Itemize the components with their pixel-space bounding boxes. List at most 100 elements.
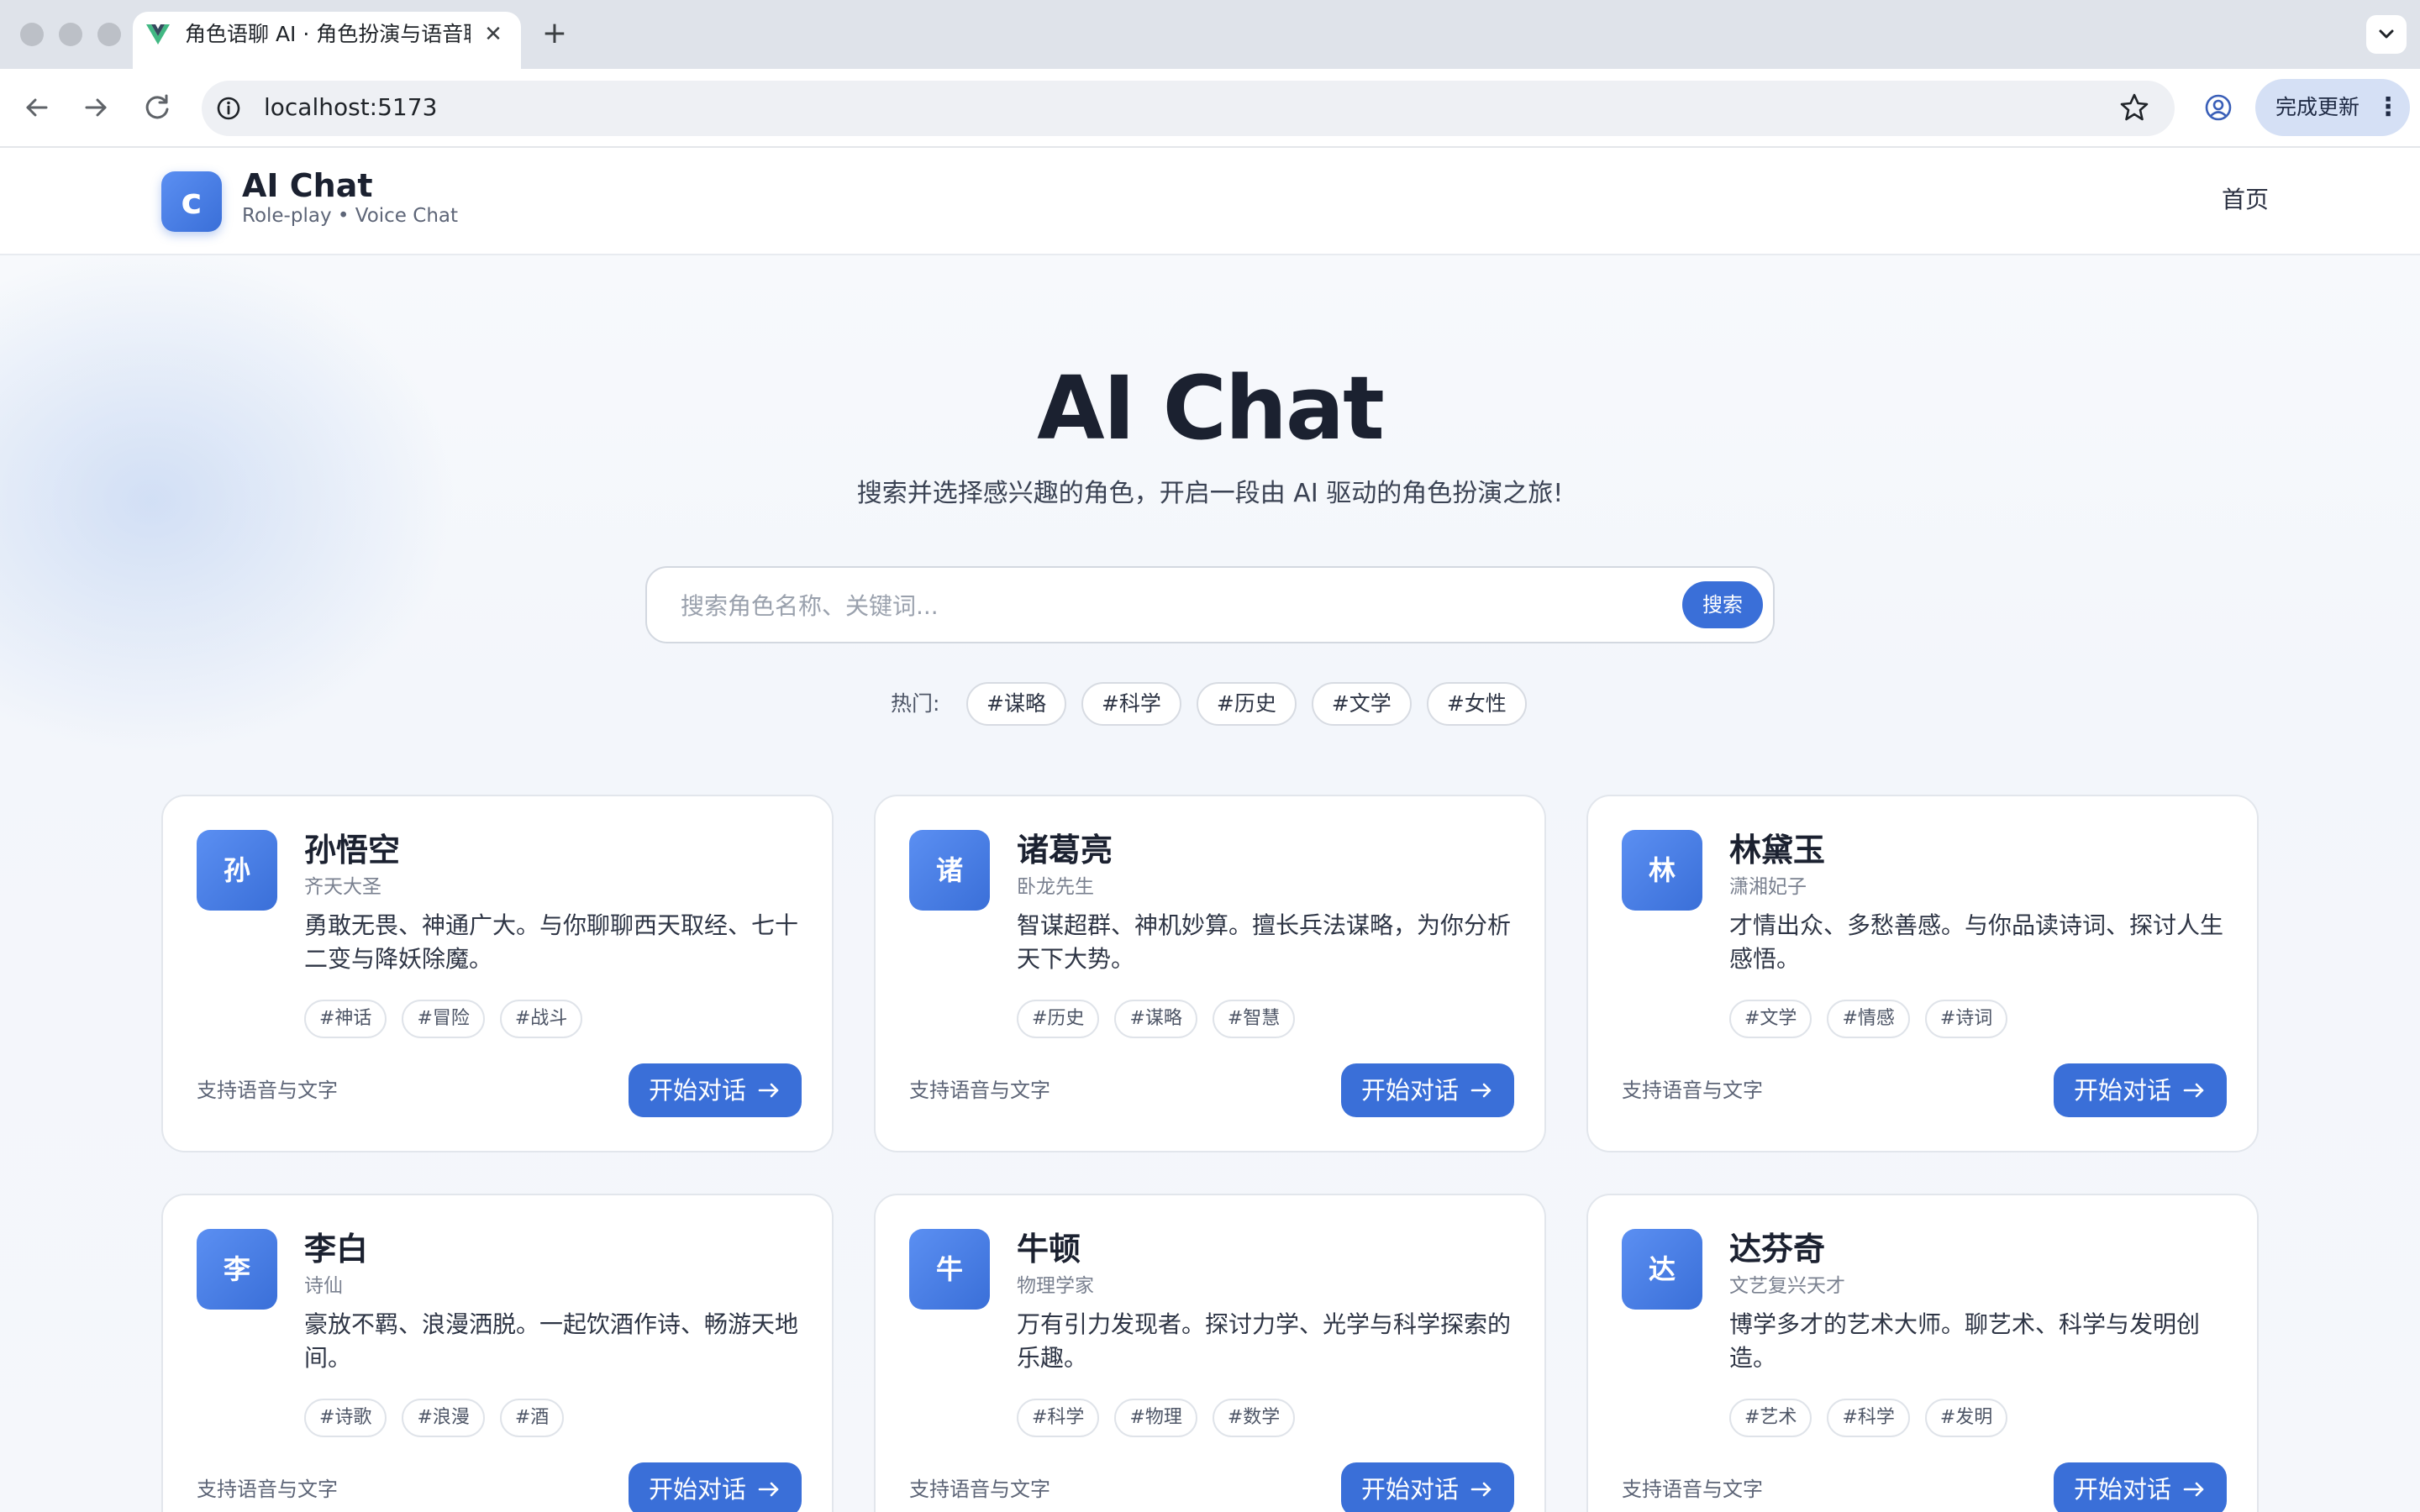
hot-tag[interactable]: #历史 bbox=[1196, 682, 1297, 726]
kebab-menu-icon[interactable]: ⋮ bbox=[2371, 91, 2405, 124]
hot-tag[interactable]: #科学 bbox=[1081, 682, 1181, 726]
character-card[interactable]: 林 林黛玉 潇湘妃子 才情出众、多愁善感。与你品读诗词、探讨人生感悟。 #文学 … bbox=[1586, 795, 2259, 1152]
start-chat-button[interactable]: 开始对话 bbox=[1341, 1063, 1514, 1117]
brand-name[interactable]: AI Chat bbox=[242, 166, 373, 205]
search-button[interactable]: 搜索 bbox=[1682, 581, 1763, 628]
arrow-right-icon bbox=[758, 1083, 779, 1098]
logo[interactable]: c bbox=[161, 171, 222, 232]
character-card[interactable]: 牛 牛顿 物理学家 万有引力发现者。探讨力学、光学与科学探索的乐趣。 #科学 #… bbox=[874, 1194, 1546, 1512]
start-chat-button[interactable]: 开始对话 bbox=[1341, 1462, 1514, 1512]
character-description: 博学多才的艺术大师。聊艺术、科学与发明创造。 bbox=[1729, 1310, 2201, 1372]
hot-label: 热门: bbox=[891, 691, 940, 716]
card-tag: #物理 bbox=[1114, 1399, 1197, 1437]
character-card[interactable]: 达 达芬奇 文艺复兴天才 博学多才的艺术大师。聊艺术、科学与发明创造。 #艺术 … bbox=[1586, 1194, 2259, 1512]
brand-subtitle: Role-play • Voice Chat bbox=[242, 205, 459, 227]
start-chat-label: 开始对话 bbox=[1360, 1076, 1459, 1105]
character-description: 智谋超群、神机妙算。擅长兵法谋略，为你分析天下大势。 bbox=[1017, 911, 1512, 973]
hero-title: AI Chat bbox=[1037, 357, 1385, 459]
character-description: 万有引力发现者。探讨力学、光学与科学探索的乐趣。 bbox=[1017, 1310, 1512, 1372]
url-text[interactable]: localhost:5173 bbox=[264, 91, 437, 124]
card-tag: #发明 bbox=[1924, 1399, 2008, 1437]
arrow-right-icon bbox=[758, 1482, 779, 1497]
avatar: 诸 bbox=[909, 830, 990, 911]
support-note: 支持语音与文字 bbox=[909, 1478, 1050, 1501]
card-tag: #战斗 bbox=[499, 1000, 583, 1038]
arrow-right-icon bbox=[1470, 1083, 1491, 1098]
character-title: 诗仙 bbox=[304, 1275, 343, 1297]
character-card[interactable]: 诸 诸葛亮 卧龙先生 智谋超群、神机妙算。擅长兵法谋略，为你分析天下大势。 #历… bbox=[874, 795, 1546, 1152]
character-title: 文艺复兴天才 bbox=[1729, 1275, 1845, 1297]
search-bar: 搜索 bbox=[645, 566, 1775, 643]
card-tag: #酒 bbox=[499, 1399, 565, 1437]
address-bar[interactable] bbox=[202, 81, 2175, 136]
support-note: 支持语音与文字 bbox=[1622, 1079, 1763, 1102]
character-name: 达芬奇 bbox=[1729, 1231, 1826, 1268]
card-tag: #浪漫 bbox=[402, 1399, 485, 1437]
chevron-down-icon bbox=[2379, 29, 2394, 39]
star-icon[interactable] bbox=[2116, 89, 2153, 126]
page-viewport: c AI Chat Role-play • Voice Chat 首页 AI C… bbox=[0, 148, 2420, 1512]
window-minimize-button[interactable] bbox=[59, 23, 82, 46]
start-chat-button[interactable]: 开始对话 bbox=[629, 1063, 802, 1117]
search-input[interactable] bbox=[681, 588, 1647, 623]
character-title: 卧龙先生 bbox=[1017, 876, 1094, 898]
start-chat-label: 开始对话 bbox=[2073, 1076, 2171, 1105]
back-arrow-icon[interactable] bbox=[17, 87, 57, 128]
card-tags: #历史 #谋略 #智慧 bbox=[1017, 1000, 1296, 1038]
card-tag: #神话 bbox=[304, 1000, 387, 1038]
update-label: 完成更新 bbox=[2275, 95, 2360, 119]
nav-home-link[interactable]: 首页 bbox=[2202, 183, 2269, 217]
start-chat-button[interactable]: 开始对话 bbox=[2054, 1462, 2227, 1512]
start-chat-label: 开始对话 bbox=[2073, 1475, 2171, 1504]
card-tags: #科学 #物理 #数学 bbox=[1017, 1399, 1296, 1437]
card-tags: #神话 #冒险 #战斗 bbox=[304, 1000, 583, 1038]
card-tag: #数学 bbox=[1212, 1399, 1296, 1437]
arrow-right-icon bbox=[2183, 1482, 2204, 1497]
character-description: 勇敢无畏、神通广大。与你聊聊西天取经、七十二变与降妖除魔。 bbox=[304, 911, 799, 973]
logo-letter: c bbox=[181, 181, 203, 222]
character-card[interactable]: 李 李白 诗仙 豪放不羁、浪漫洒脱。一起饮酒作诗、畅游天地间。 #诗歌 #浪漫 … bbox=[161, 1194, 834, 1512]
support-note: 支持语音与文字 bbox=[1622, 1478, 1763, 1501]
card-tags: #艺术 #科学 #发明 bbox=[1729, 1399, 2008, 1437]
arrow-right-icon bbox=[2183, 1083, 2204, 1098]
start-chat-label: 开始对话 bbox=[1360, 1475, 1459, 1504]
card-tag: #文学 bbox=[1729, 1000, 1812, 1038]
support-note: 支持语音与文字 bbox=[909, 1079, 1050, 1102]
card-tag: #谋略 bbox=[1114, 1000, 1197, 1038]
start-chat-label: 开始对话 bbox=[648, 1475, 746, 1504]
character-title: 齐天大圣 bbox=[304, 876, 381, 898]
window-close-button[interactable] bbox=[20, 23, 44, 46]
close-icon[interactable]: ✕ bbox=[479, 20, 508, 49]
tab-search-button[interactable] bbox=[2366, 15, 2407, 54]
hero-subtitle: 搜索并选择感兴趣的角色，开启一段由 AI 驱动的角色扮演之旅! bbox=[856, 479, 1564, 508]
character-title: 物理学家 bbox=[1017, 1275, 1094, 1297]
start-chat-button[interactable]: 开始对话 bbox=[2054, 1063, 2227, 1117]
character-name: 牛顿 bbox=[1017, 1231, 1081, 1268]
character-description: 才情出众、多愁善感。与你品读诗词、探讨人生感悟。 bbox=[1729, 911, 2224, 973]
character-name: 诸葛亮 bbox=[1017, 832, 1113, 869]
card-tag: #艺术 bbox=[1729, 1399, 1812, 1437]
character-description: 豪放不羁、浪漫洒脱。一起饮酒作诗、畅游天地间。 bbox=[304, 1310, 799, 1372]
profile-icon[interactable] bbox=[2200, 89, 2237, 126]
character-name: 孙悟空 bbox=[304, 832, 401, 869]
forward-arrow-icon[interactable] bbox=[76, 87, 116, 128]
start-chat-button[interactable]: 开始对话 bbox=[629, 1462, 802, 1512]
card-tag: #智慧 bbox=[1212, 1000, 1296, 1038]
hot-tag[interactable]: #谋略 bbox=[966, 682, 1066, 726]
info-icon[interactable] bbox=[212, 92, 245, 125]
reload-icon[interactable] bbox=[138, 87, 178, 128]
hot-tag[interactable]: #女性 bbox=[1426, 682, 1527, 726]
site-header: c AI Chat Role-play • Voice Chat 首页 bbox=[0, 148, 2420, 255]
card-tag: #诗词 bbox=[1924, 1000, 2008, 1038]
character-card[interactable]: 孙 孙悟空 齐天大圣 勇敢无畏、神通广大。与你聊聊西天取经、七十二变与降妖除魔。… bbox=[161, 795, 834, 1152]
card-tags: #文学 #情感 #诗词 bbox=[1729, 1000, 2008, 1038]
hot-tag[interactable]: #文学 bbox=[1311, 682, 1412, 726]
plus-icon[interactable]: + bbox=[538, 17, 571, 50]
card-tag: #科学 bbox=[1017, 1399, 1100, 1437]
avatar: 林 bbox=[1622, 830, 1702, 911]
character-title: 潇湘妃子 bbox=[1729, 876, 1807, 898]
window-maximize-button[interactable] bbox=[97, 23, 121, 46]
arrow-right-icon bbox=[1470, 1482, 1491, 1497]
hot-tags: #谋略 #科学 #历史 #文学 #女性 bbox=[966, 682, 1527, 726]
avatar: 孙 bbox=[197, 830, 277, 911]
